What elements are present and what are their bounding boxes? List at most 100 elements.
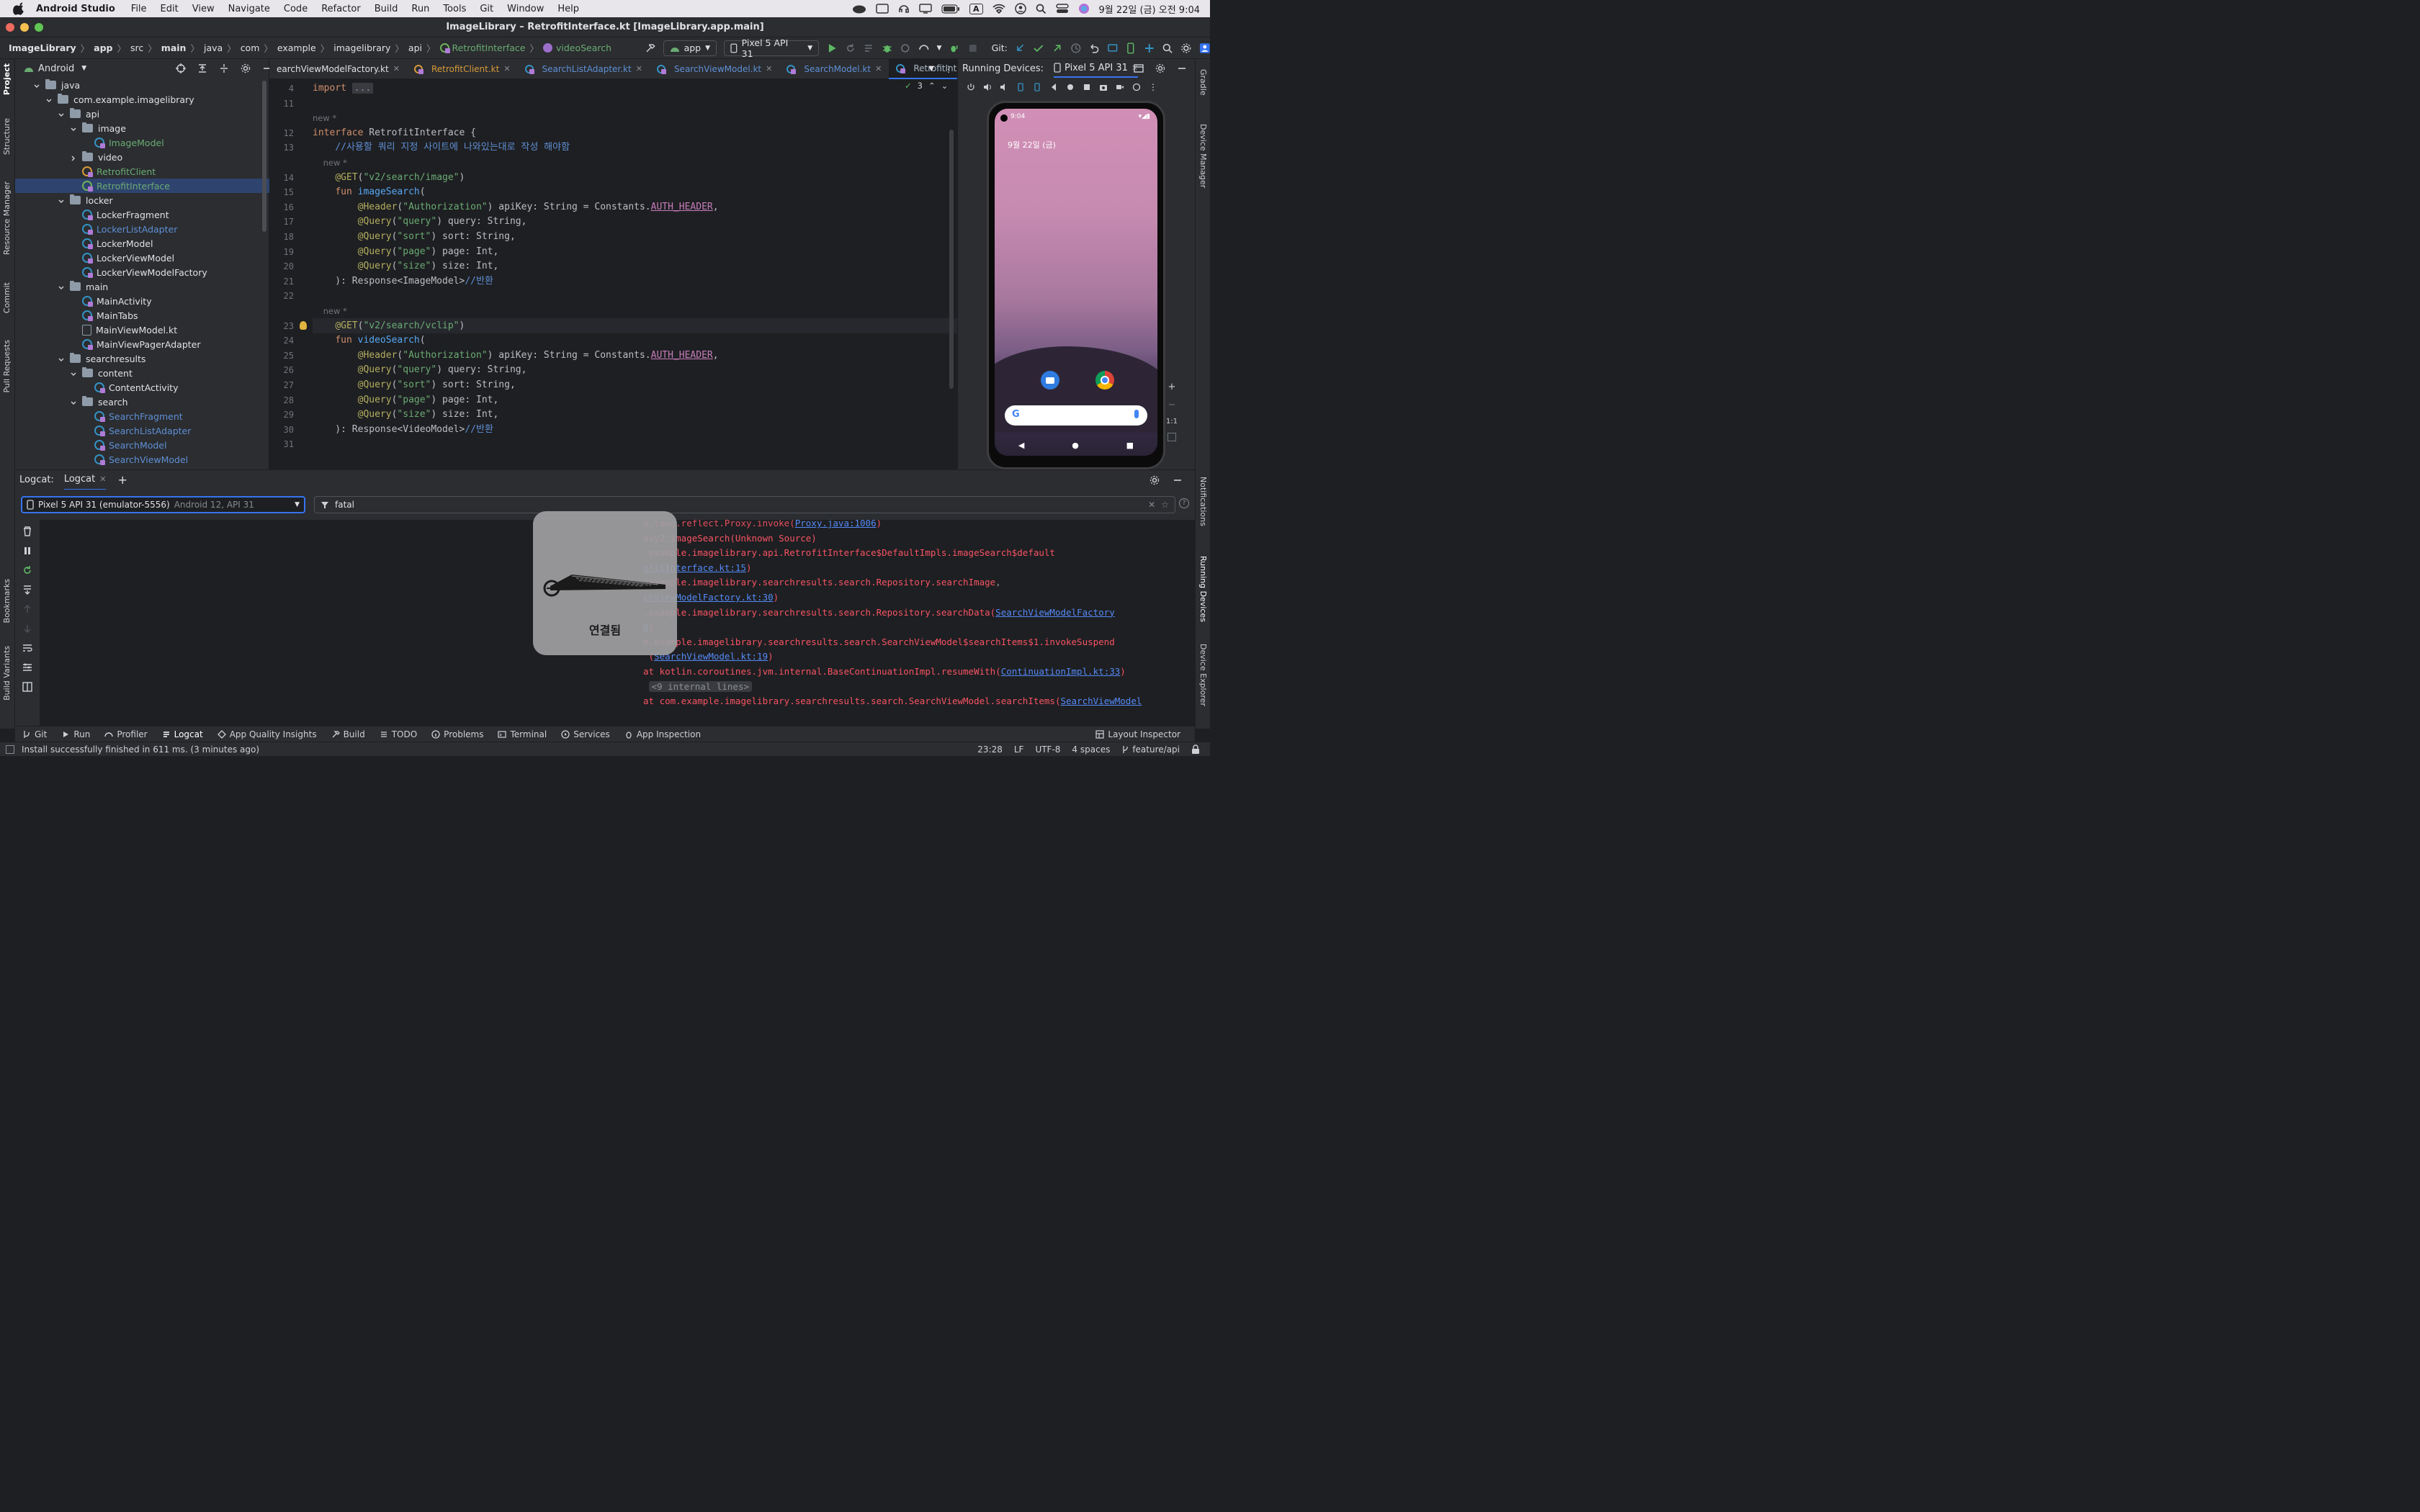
chevron-down-icon[interactable]: [70, 398, 77, 405]
tree-folder[interactable]: video: [15, 150, 269, 164]
log-line[interactable]: m.example.imagelibrary.searchresults.sea…: [643, 634, 1115, 650]
breadcrumb-src[interactable]: src: [130, 42, 143, 53]
code-vision-hint[interactable]: new *: [313, 110, 336, 126]
menu-window[interactable]: Window: [507, 4, 544, 14]
editor-tab[interactable]: SearchListAdapter.kt ✕: [518, 59, 650, 79]
menu-refactor[interactable]: Refactor: [321, 4, 361, 14]
screenshot-icon[interactable]: [1099, 83, 1108, 91]
phone-home-screen[interactable]: 9:04 ▾◢▮ 9월 22일 (금) G ◀ ● ■: [995, 109, 1157, 456]
spotlight-search-icon[interactable]: [1036, 4, 1047, 14]
menu-app-name[interactable]: Android Studio: [36, 4, 115, 14]
chevron-down-icon[interactable]: [70, 125, 77, 132]
tab-overflow-chevron-icon[interactable]: ▼: [928, 65, 934, 73]
tree-file[interactable]: SearchFragment: [15, 409, 269, 423]
power-icon[interactable]: [967, 83, 975, 91]
format-settings-icon[interactable]: [22, 662, 33, 673]
tree-file[interactable]: MainViewPagerAdapter: [15, 337, 269, 351]
hide-panel-icon[interactable]: [1172, 474, 1183, 486]
debug-icon[interactable]: [882, 42, 893, 54]
rotate-left-icon[interactable]: [1016, 83, 1025, 91]
menu-git[interactable]: Git: [480, 4, 493, 14]
git-commit-icon[interactable]: [1033, 42, 1044, 54]
breadcrumb-java[interactable]: java: [204, 42, 223, 53]
attach-debugger-icon[interactable]: [949, 42, 960, 54]
chevron-right-icon[interactable]: [70, 153, 77, 161]
log-line[interactable]: .example.imagelibrary.searchresults.sear…: [643, 605, 1115, 621]
microphone-icon[interactable]: [1134, 410, 1139, 418]
logcat-filter-input[interactable]: fatal ✕ ☆: [314, 496, 1175, 513]
hide-panel-icon[interactable]: [1176, 63, 1188, 74]
problems-tool-window[interactable]: Problems: [431, 729, 483, 739]
git-history-icon[interactable]: [1070, 42, 1082, 54]
code-line[interactable]: @Query("sort") sort: String,: [313, 229, 516, 245]
display-icon[interactable]: [919, 4, 932, 14]
breadcrumb-project[interactable]: ImageLibrary: [9, 42, 76, 53]
chevron-down-icon[interactable]: [58, 355, 65, 362]
chrome-app-icon[interactable]: [1095, 371, 1114, 390]
chevron-down-icon[interactable]: [58, 197, 65, 204]
close-icon[interactable]: ✕: [393, 64, 400, 73]
tree-file[interactable]: MainTabs: [15, 308, 269, 323]
zoom-in-icon[interactable]: +: [1168, 382, 1176, 392]
resource-manager-tool-button[interactable]: Resource Manager: [2, 181, 12, 255]
coverage-icon[interactable]: [918, 42, 930, 54]
log-line[interactable]: .example.imagelibrary.api.RetrofitInterf…: [643, 545, 1055, 561]
nav-recents-icon[interactable]: ■: [1126, 441, 1134, 450]
tree-file[interactable]: ContentActivity: [15, 380, 269, 395]
editor-tab[interactable]: SearchModel.kt ✕: [779, 59, 889, 79]
menu-help[interactable]: Help: [557, 4, 579, 14]
code-line[interactable]: @GET("v2/search/vclip"): [313, 318, 465, 334]
breadcrumb-api[interactable]: api: [408, 42, 422, 53]
breadcrumb-file[interactable]: RetrofitInterface: [452, 42, 526, 53]
code-line[interactable]: @Query("size") size: Int,: [313, 258, 499, 274]
settings-gear-icon[interactable]: [1180, 42, 1192, 54]
tree-file[interactable]: LockerModel: [15, 236, 269, 251]
control-center-icon[interactable]: [1055, 4, 1069, 14]
sdk-manager-icon[interactable]: [1144, 42, 1155, 54]
running-devices-tool-button[interactable]: Running Devices: [1198, 556, 1208, 622]
battery-icon[interactable]: [941, 4, 960, 14]
close-icon[interactable]: ✕: [875, 64, 882, 73]
locate-file-icon[interactable]: [175, 63, 187, 74]
apply-changes-icon[interactable]: [863, 42, 874, 54]
help-icon[interactable]: ?: [1179, 498, 1189, 508]
google-search-bar[interactable]: G: [1005, 405, 1147, 426]
gradle-tool-button[interactable]: Gradle: [1198, 69, 1208, 96]
close-icon[interactable]: ✕: [636, 64, 642, 73]
tree-file[interactable]: RetrofitClient: [15, 164, 269, 179]
tree-folder[interactable]: content: [15, 366, 269, 380]
trash-icon[interactable]: [22, 526, 33, 537]
code-line[interactable]: @Header("Authorization") apiKey: String …: [313, 348, 719, 364]
menu-file[interactable]: File: [131, 4, 147, 14]
editor-tab[interactable]: RetrofitClient.kt ✕: [407, 59, 518, 79]
menu-navigate[interactable]: Navigate: [228, 4, 270, 14]
zoom-out-icon[interactable]: −: [1168, 400, 1176, 410]
line-separator[interactable]: LF: [1014, 744, 1024, 755]
git-rollback-icon[interactable]: [1088, 42, 1100, 54]
project-tool-button[interactable]: Project: [2, 63, 12, 95]
apple-icon[interactable]: [13, 2, 26, 15]
tree-folder[interactable]: searchresults: [15, 351, 269, 366]
tree-file[interactable]: SearchViewModel: [15, 452, 269, 467]
code-line[interactable]: @Header("Authorization") apiKey: String …: [313, 199, 719, 215]
restart-icon[interactable]: [22, 564, 33, 576]
project-scrollbar[interactable]: [262, 81, 266, 232]
caret-position[interactable]: 23:28: [977, 744, 1003, 755]
search-icon[interactable]: [1162, 42, 1173, 54]
screen-share-icon[interactable]: [876, 4, 889, 14]
code-line[interactable]: ): Response<ImageModel>//반환: [313, 274, 493, 289]
code-line[interactable]: @Query("page") page: Int,: [313, 392, 499, 408]
settings-gear-icon[interactable]: [1149, 474, 1160, 486]
headphones-icon[interactable]: [898, 3, 910, 14]
tree-folder[interactable]: image: [15, 121, 269, 135]
todo-tool-window[interactable]: TODO: [380, 729, 417, 739]
siri-icon[interactable]: [1078, 3, 1090, 14]
pull-requests-tool-button[interactable]: Pull Requests: [2, 340, 12, 392]
git-update-icon[interactable]: [1015, 42, 1026, 54]
wifi-icon[interactable]: [992, 4, 1005, 14]
code-line[interactable]: @Query("page") page: Int,: [313, 244, 499, 260]
breadcrumb-method[interactable]: videoSearch: [556, 42, 611, 53]
run-icon[interactable]: [826, 42, 838, 54]
tree-folder[interactable]: api: [15, 107, 269, 121]
close-icon[interactable]: ✕: [503, 64, 510, 73]
